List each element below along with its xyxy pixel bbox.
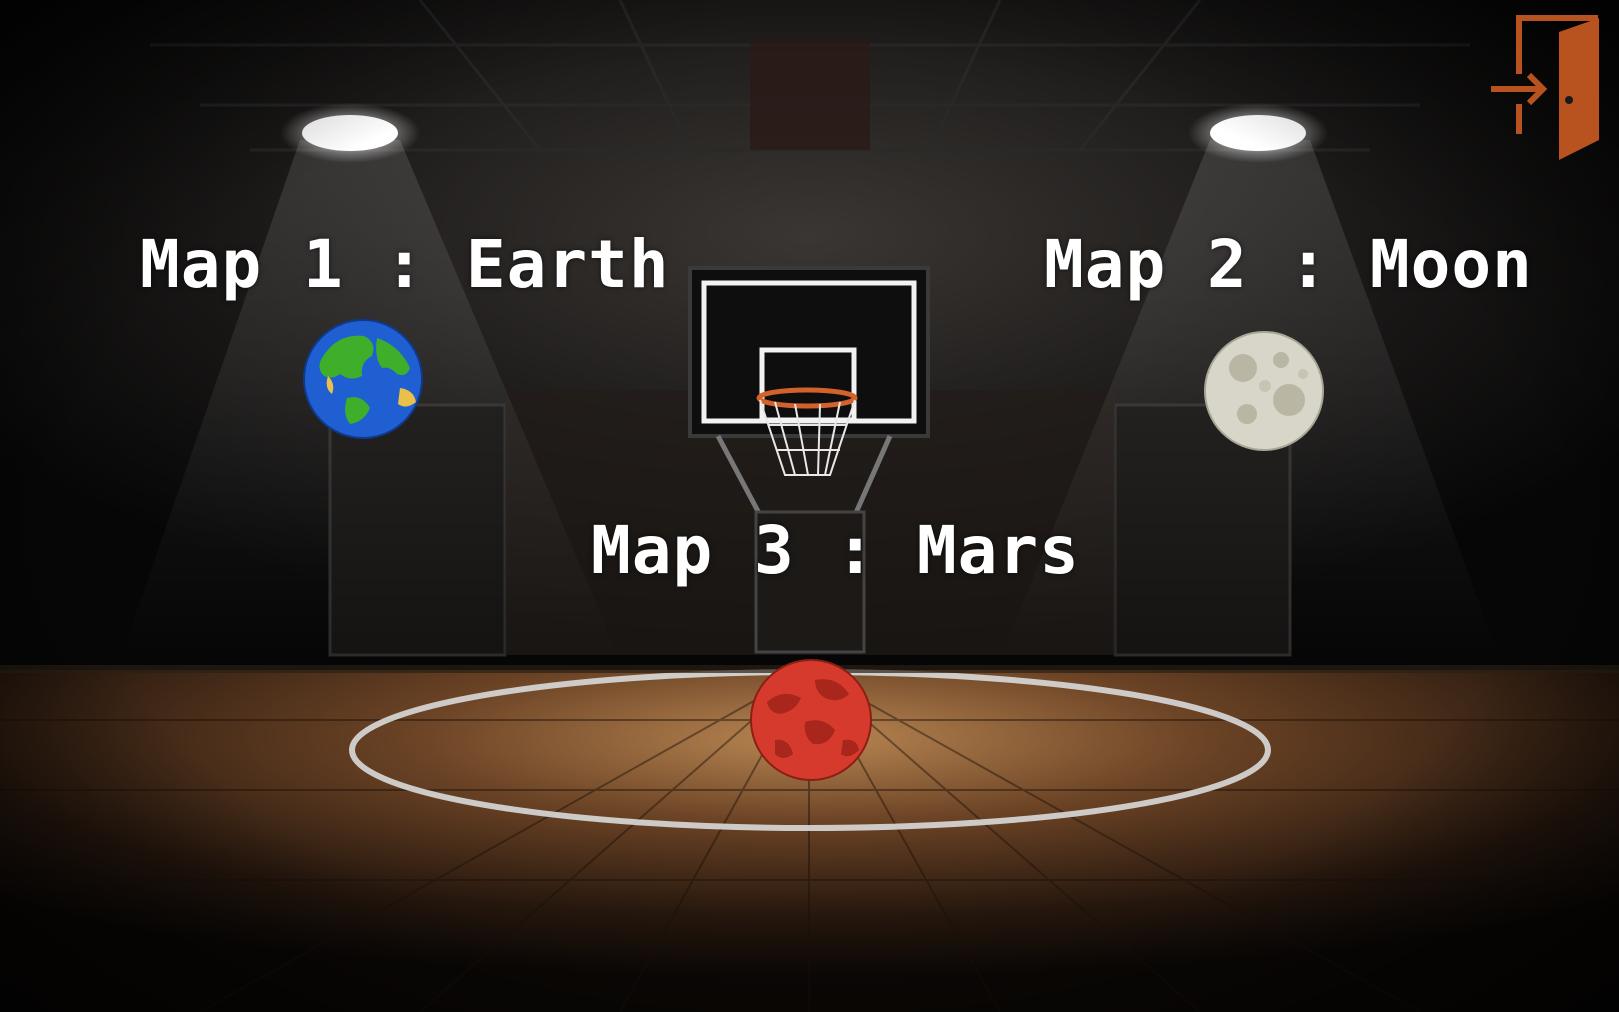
map-select-screen: Map 1 : Earth Map 2 : Moon Map 3 : Mars [0, 0, 1619, 1012]
map-3-title[interactable]: Map 3 : Mars [591, 512, 1080, 589]
exit-door-icon [1491, 15, 1599, 160]
gym-background [0, 0, 1619, 1012]
map-1-title[interactable]: Map 1 : Earth [140, 226, 670, 303]
earth-icon[interactable] [302, 318, 424, 440]
exit-button[interactable] [1491, 14, 1603, 164]
moon-icon[interactable] [1203, 330, 1325, 452]
mars-icon[interactable] [749, 658, 873, 782]
map-2-title[interactable]: Map 2 : Moon [1044, 226, 1533, 303]
